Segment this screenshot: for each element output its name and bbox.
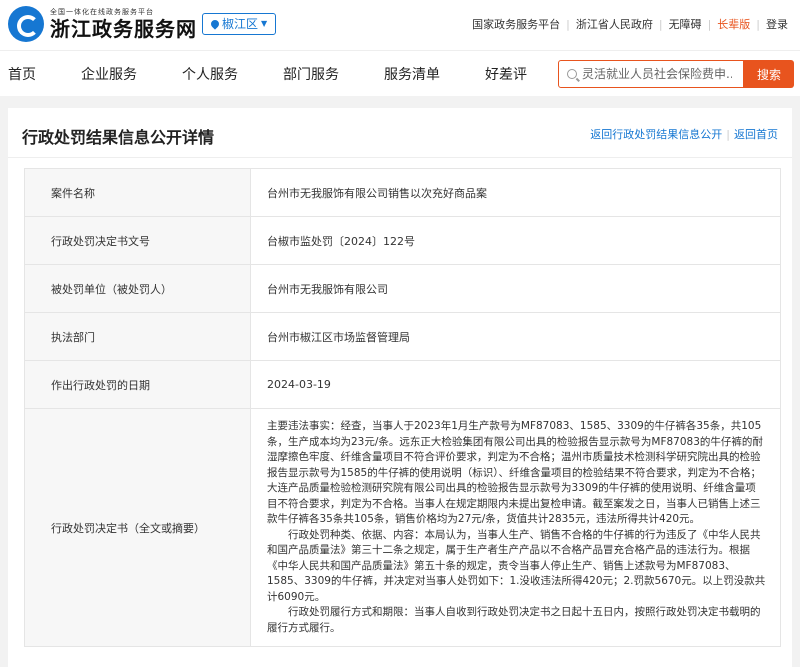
site-slogan: 全国一体化在线政务服务平台 xyxy=(50,8,154,16)
row-value: 台州市椒江区市场监督管理局 xyxy=(250,312,781,361)
region-label: 椒江区 xyxy=(222,17,259,31)
nav-department-services[interactable]: 部门服务 xyxy=(283,64,339,84)
row-value: 2024-03-19 xyxy=(250,360,781,409)
row-value: 台州市无我服饰有限公司销售以次充好商品案 xyxy=(250,168,781,217)
decision-text: 主要违法事实：经查，当事人于2023年1月生产款号为MF87083、1585、3… xyxy=(250,408,781,647)
caret-down-icon: ▼ xyxy=(261,19,268,28)
login-link[interactable]: 登录 xyxy=(760,16,794,32)
row-label: 案件名称 xyxy=(24,168,251,217)
decision-paragraph: 主要违法事实：经查，当事人于2023年1月生产款号为MF87083、1585、3… xyxy=(267,420,763,525)
site-logo[interactable]: 全国一体化在线政务服务平台 浙江政务服务网 xyxy=(8,6,197,42)
link-national-platform[interactable]: 国家政务服务平台 xyxy=(466,16,566,32)
search-button[interactable]: 搜索 xyxy=(744,60,794,88)
row-value: 台椒市监处罚〔2024〕122号 xyxy=(250,216,781,265)
row-label: 作出行政处罚的日期 xyxy=(24,360,251,409)
link-accessibility[interactable]: 无障碍 xyxy=(663,16,708,32)
table-row: 行政处罚决定书（全文或摘要） 主要违法事实：经查，当事人于2023年1月生产款号… xyxy=(24,408,781,647)
location-pin-icon xyxy=(209,18,221,30)
detail-panel: 行政处罚结果信息公开详情 返回行政处罚结果信息公开 | 返回首页 案件名称 台州市无… xyxy=(8,108,792,667)
search-input[interactable] xyxy=(582,67,732,81)
row-label: 执法部门 xyxy=(24,312,251,361)
table-row: 作出行政处罚的日期 2024-03-19 xyxy=(24,360,781,409)
region-selector[interactable]: 椒江区 ▼ xyxy=(202,13,277,35)
nav-enterprise-services[interactable]: 企业服务 xyxy=(81,64,137,84)
link-provincial-gov[interactable]: 浙江省人民政府 xyxy=(570,16,659,32)
table-row: 案件名称 台州市无我服饰有限公司销售以次充好商品案 xyxy=(24,168,781,217)
row-label: 行政处罚决定书（全文或摘要） xyxy=(24,408,251,647)
decision-paragraph: 行政处罚种类、依据、内容：本局认为，当事人生产、销售不合格的牛仔裤的行为违反了《… xyxy=(267,528,766,603)
nav-home[interactable]: 首页 xyxy=(8,64,36,84)
site-name: 浙江政务服务网 xyxy=(50,17,197,41)
search-bar: 搜索 xyxy=(558,60,794,88)
page-title: 行政处罚结果信息公开详情 xyxy=(22,128,215,147)
nav-personal-services[interactable]: 个人服务 xyxy=(182,64,238,84)
back-to-home-link[interactable]: 返回首页 xyxy=(734,128,778,141)
table-row: 被处罚单位（被处罚人） 台州市无我服饰有限公司 xyxy=(24,264,781,313)
detail-table: 案件名称 台州市无我服饰有限公司销售以次充好商品案 行政处罚决定书文号 台椒市监… xyxy=(24,168,781,647)
decision-paragraph: 行政处罚履行方式和期限：当事人自收到行政处罚决定书之日起十五日内，按照行政处罚决… xyxy=(267,606,761,634)
top-header: 全国一体化在线政务服务平台 浙江政务服务网 椒江区 ▼ 国家政务服务平台 | 浙… xyxy=(0,0,800,50)
nav-service-list[interactable]: 服务清单 xyxy=(384,64,440,84)
top-links: 国家政务服务平台 | 浙江省人民政府 | 无障碍 | 长辈版 | 登录 xyxy=(466,16,794,32)
row-value: 台州市无我服饰有限公司 xyxy=(250,264,781,313)
back-to-list-link[interactable]: 返回行政处罚结果信息公开 xyxy=(590,128,722,141)
main-nav: 首页 企业服务 个人服务 部门服务 服务清单 好差评 搜索 xyxy=(0,50,800,96)
nav-evaluation[interactable]: 好差评 xyxy=(485,64,527,84)
link-elder-version[interactable]: 长辈版 xyxy=(711,16,756,32)
search-icon xyxy=(567,69,577,79)
logo-icon xyxy=(8,6,44,42)
row-label: 行政处罚决定书文号 xyxy=(24,216,251,265)
table-row: 行政处罚决定书文号 台椒市监处罚〔2024〕122号 xyxy=(24,216,781,265)
table-row: 执法部门 台州市椒江区市场监督管理局 xyxy=(24,312,781,361)
row-label: 被处罚单位（被处罚人） xyxy=(24,264,251,313)
